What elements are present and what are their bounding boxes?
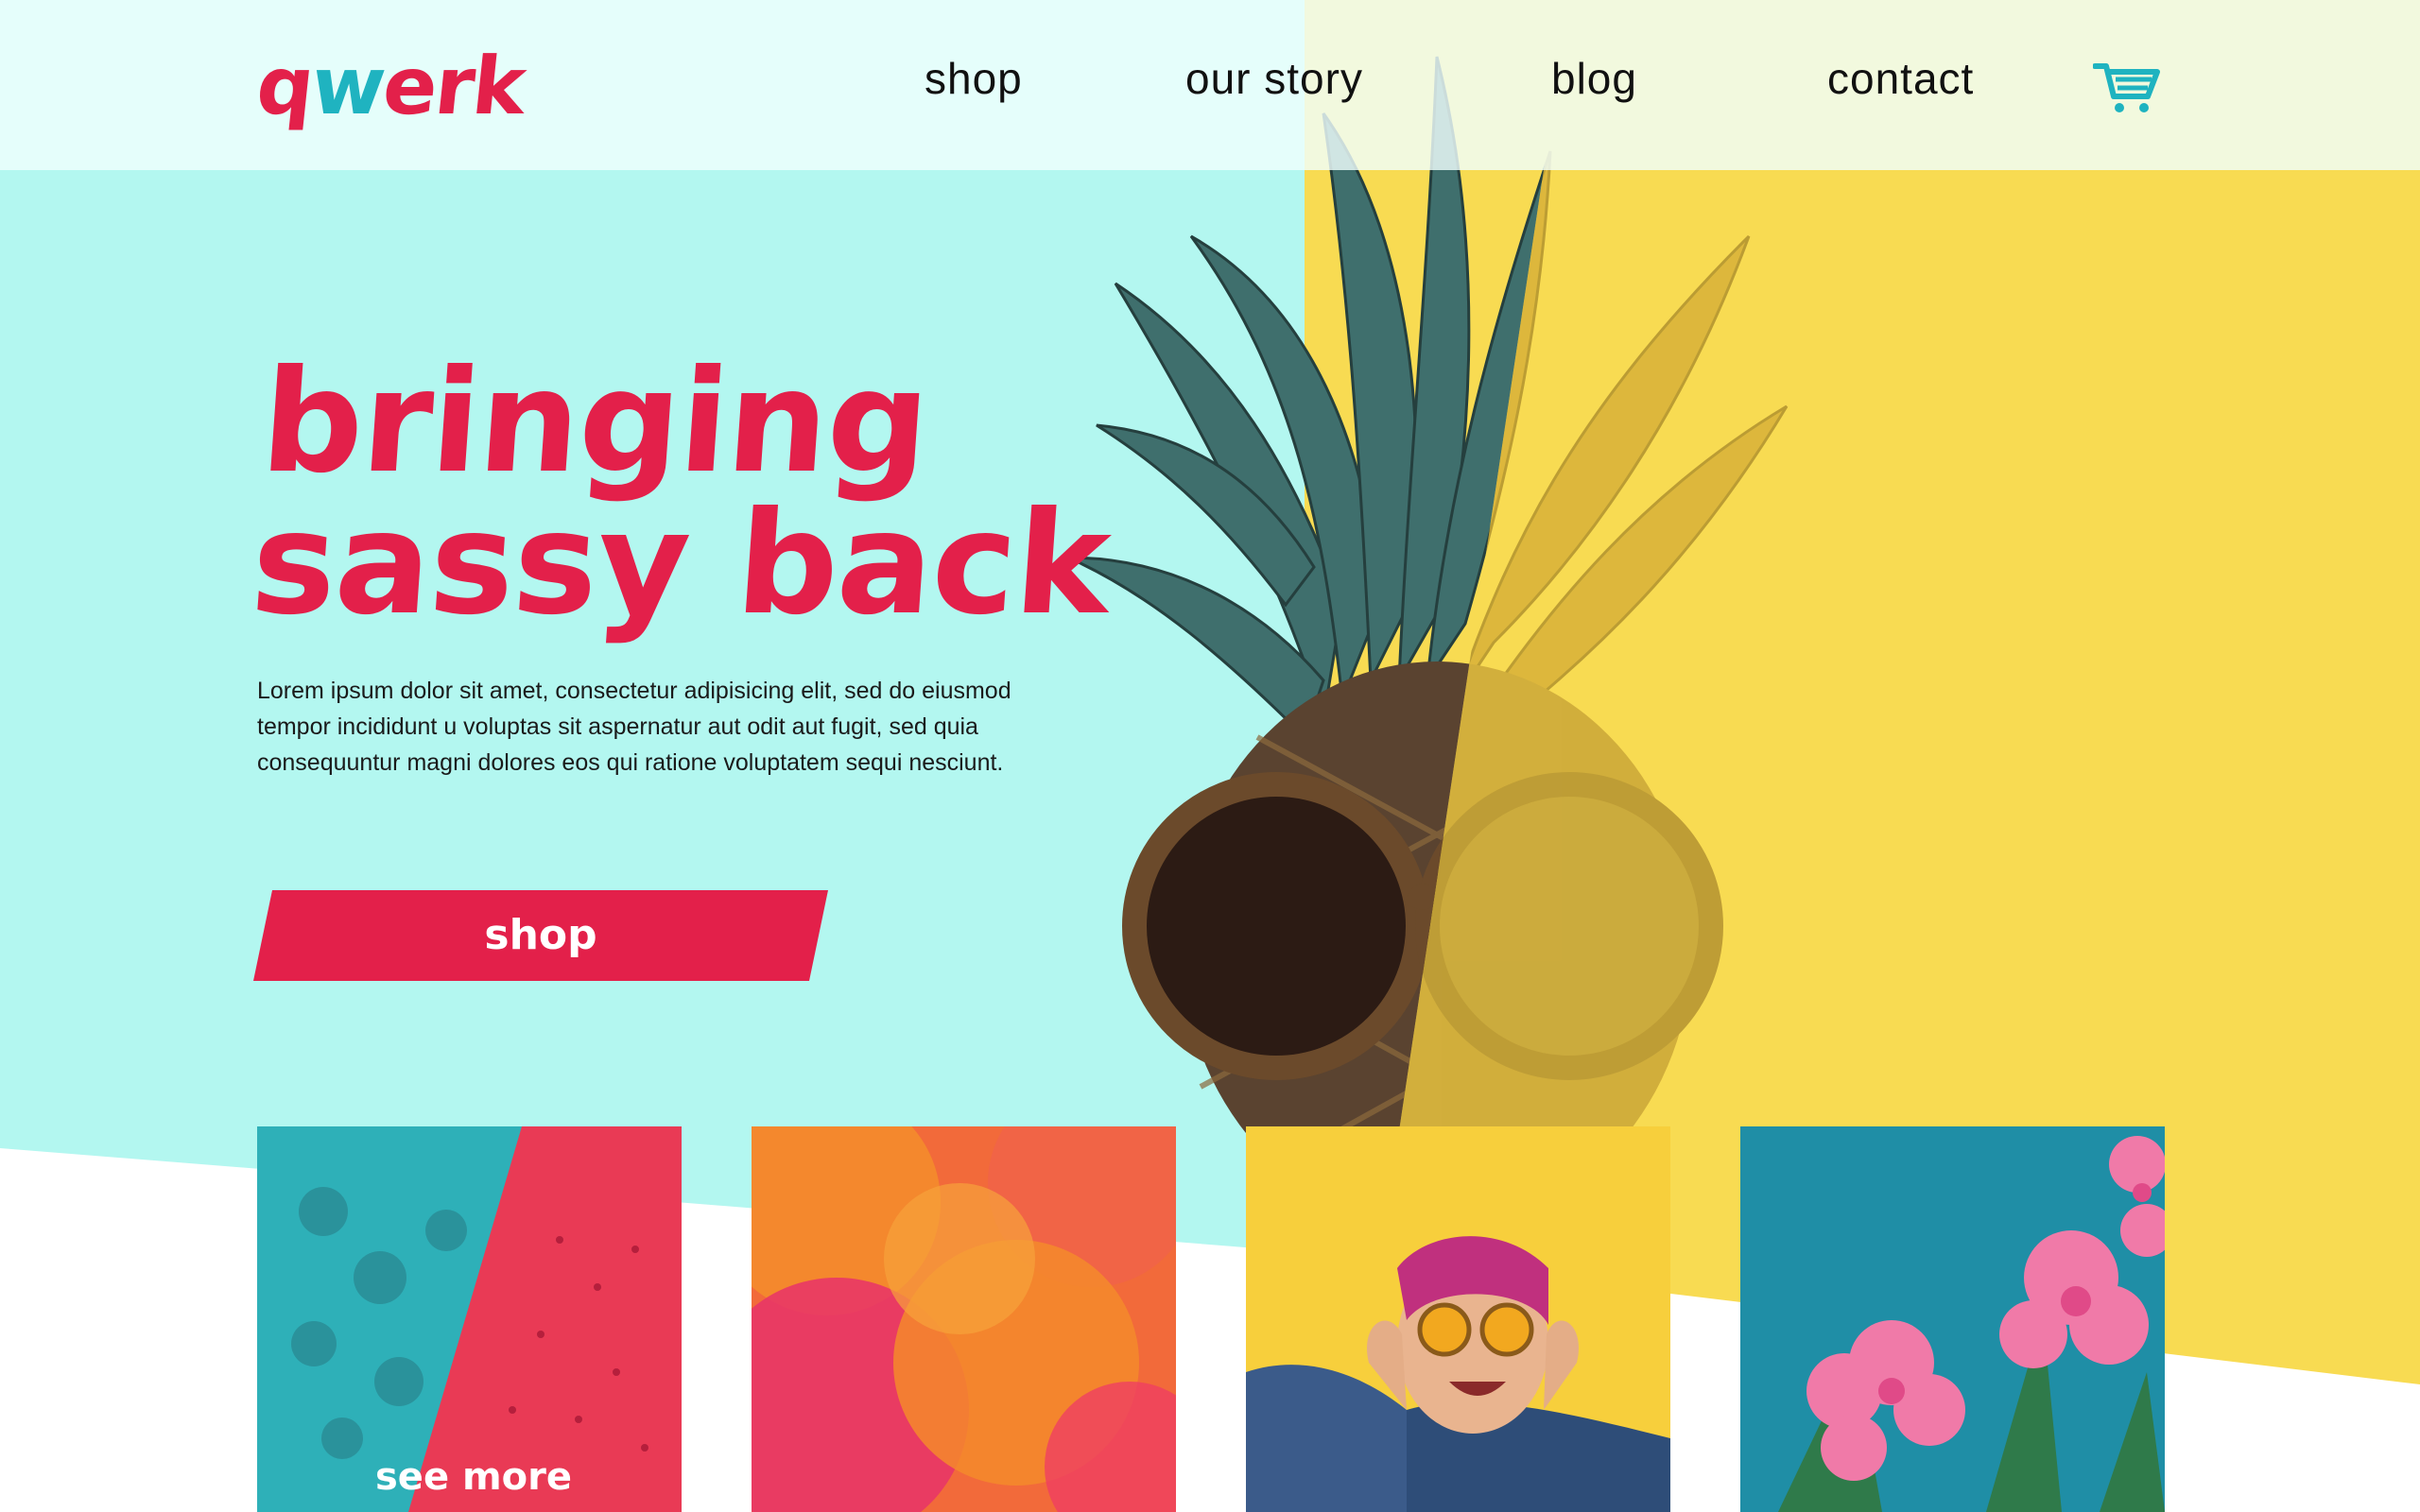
- hero-description: Lorem ipsum dolor sit amet, consectetur …: [257, 678, 1011, 776]
- logo-letter-q: q: [251, 40, 318, 132]
- nav-link-shop[interactable]: shop: [925, 53, 1023, 104]
- shopping-cart-icon[interactable]: [2093, 62, 2161, 115]
- tile-berries[interactable]: see more: [257, 1126, 682, 1512]
- nav-link-contact[interactable]: contact: [1827, 53, 1974, 104]
- tile-laughing-woman[interactable]: [1246, 1126, 1670, 1512]
- orange-pink-ink-cloud-image: [752, 1126, 1176, 1512]
- landing-page: qwerk shop our story blog contact bringi…: [0, 0, 2420, 1512]
- hero-heading-line-2: sassy back: [246, 482, 1115, 646]
- nav-link-blog[interactable]: blog: [1551, 53, 1637, 104]
- qwerk-logo[interactable]: qwerk: [252, 40, 528, 132]
- berries-and-dragonfruit-image: [257, 1126, 682, 1512]
- pineapple-with-sunglasses-image: [1067, 56, 1789, 1228]
- hero-heading: bringing sassy back: [246, 340, 1124, 646]
- laughing-woman-in-sunglasses-image: [1246, 1126, 1670, 1512]
- logo-letter-w: w: [306, 40, 389, 132]
- hero-heading-line-1: bringing: [256, 340, 934, 505]
- pink-flowers-on-teal-image: [1740, 1126, 2165, 1512]
- nav-link-our-story[interactable]: our story: [1185, 53, 1363, 104]
- shop-button-label: shop: [484, 911, 597, 959]
- logo-letters-erk: erk: [378, 40, 529, 132]
- top-navigation-bar: qwerk shop our story blog contact: [0, 0, 2420, 170]
- tile-ink-cloud[interactable]: [752, 1126, 1176, 1512]
- shop-button[interactable]: shop: [253, 890, 828, 981]
- see-more-link[interactable]: see more: [375, 1455, 572, 1499]
- tile-pink-flowers[interactable]: [1740, 1126, 2165, 1512]
